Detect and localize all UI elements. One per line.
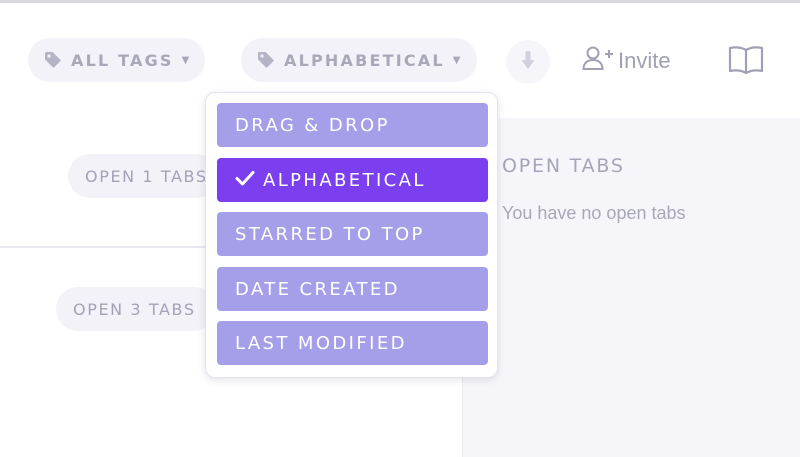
- open-group-tabs-button[interactable]: OPEN 3 TABS: [56, 287, 216, 331]
- tags-filter-button[interactable]: ALL TAGS ▼: [28, 38, 206, 82]
- sort-option-starred-to-top[interactable]: STARRED TO TOP: [217, 212, 488, 256]
- book-icon[interactable]: [728, 44, 764, 80]
- sort-option-label: DATE CREATED: [235, 278, 400, 300]
- sort-option-label: ALPHABETICAL: [263, 169, 426, 191]
- open-group-tabs-button[interactable]: OPEN 1 TABS: [68, 154, 218, 198]
- arrow-down-icon: [521, 50, 535, 74]
- sort-filter-label: ALPHABETICAL: [284, 50, 445, 70]
- tag-icon: [44, 51, 71, 69]
- sort-filter-button[interactable]: ALPHABETICAL ▼: [241, 38, 477, 82]
- sort-option-date-created[interactable]: DATE CREATED: [217, 267, 488, 311]
- sort-option-label: LAST MODIFIED: [235, 332, 407, 354]
- invite-button[interactable]: Invite: [582, 44, 671, 78]
- chevron-down-icon: ▼: [452, 54, 461, 66]
- sort-direction-button[interactable]: [506, 40, 550, 84]
- open-tabs-title: OPEN TABS: [502, 155, 625, 177]
- user-plus-icon: [582, 45, 618, 77]
- sort-dropdown-menu: DRAG & DROP ALPHABETICAL STARRED TO TOP …: [205, 92, 498, 378]
- sort-option-drag-drop[interactable]: DRAG & DROP: [217, 103, 488, 147]
- sort-option-last-modified[interactable]: LAST MODIFIED: [217, 321, 488, 365]
- invite-label: Invite: [618, 48, 671, 73]
- open-group-tabs-label: OPEN 3 TABS: [73, 299, 196, 319]
- chevron-down-icon: ▼: [181, 54, 190, 66]
- tags-filter-label: ALL TAGS: [71, 50, 174, 70]
- checkmark-icon: [235, 170, 255, 191]
- empty-tabs-message: You have no open tabs: [502, 203, 686, 223]
- sort-option-alphabetical[interactable]: ALPHABETICAL: [217, 158, 488, 202]
- open-group-tabs-label: OPEN 1 TABS: [85, 166, 208, 186]
- sort-option-label: STARRED TO TOP: [235, 223, 425, 245]
- tag-icon: [257, 51, 284, 69]
- sort-option-label: DRAG & DROP: [235, 114, 390, 136]
